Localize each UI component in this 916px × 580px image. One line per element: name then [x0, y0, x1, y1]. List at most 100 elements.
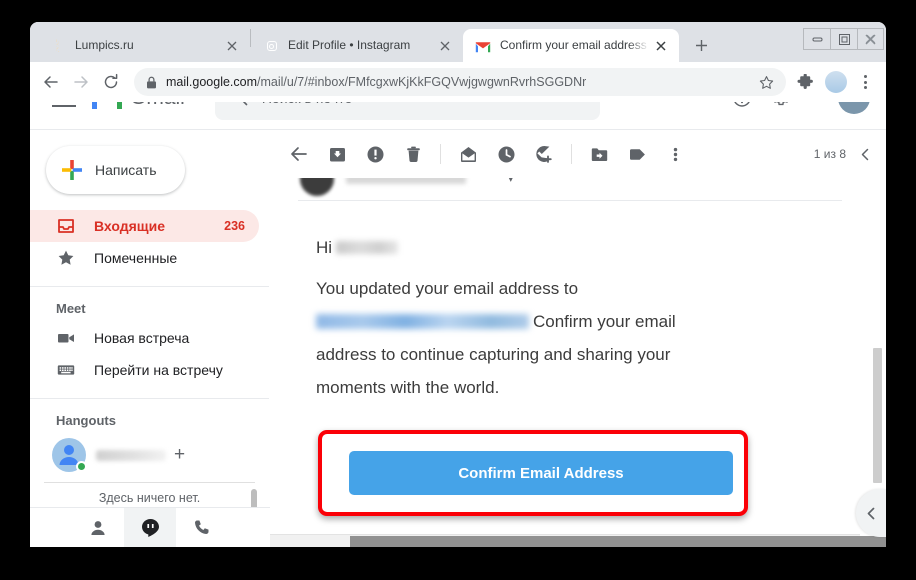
compose-plus-icon	[61, 159, 83, 181]
profile-avatar[interactable]	[825, 71, 847, 93]
maximize-icon[interactable]	[830, 28, 857, 50]
hangouts-icon[interactable]	[124, 507, 176, 547]
gmail-logo: Gmail	[90, 102, 185, 111]
tab-title: Edit Profile • Instagram	[288, 38, 411, 52]
gear-icon[interactable]	[768, 102, 792, 110]
kebab-menu-icon[interactable]	[854, 75, 876, 89]
delete-icon[interactable]	[394, 135, 432, 173]
star-icon[interactable]	[749, 75, 774, 90]
window-controls	[803, 28, 884, 50]
message-content: Hi You updated your email address to Con…	[270, 201, 870, 516]
browser-tab-gmail[interactable]: Confirm your email address f	[463, 29, 679, 62]
puzzle-icon[interactable]	[792, 69, 818, 95]
hamburger-icon[interactable]	[52, 102, 76, 107]
toolbar-divider	[571, 144, 572, 164]
greeting-line: Hi	[316, 231, 698, 264]
help-icon[interactable]	[730, 102, 754, 110]
meet-section-title: Meet	[56, 301, 86, 316]
close-icon[interactable]	[433, 34, 457, 58]
inbox-unread-count: 236	[224, 219, 245, 233]
forward-arrow-icon[interactable]	[66, 67, 96, 97]
sidebar-item-label: Помеченные	[94, 250, 178, 266]
contacts-icon[interactable]	[72, 508, 124, 548]
page-horizontal-scrollbar[interactable]	[270, 534, 886, 547]
account-avatar[interactable]	[838, 102, 870, 114]
message-counter: 1 из 8	[813, 147, 846, 161]
sidebar-item-inbox[interactable]: Входящие 236	[30, 210, 259, 242]
sidebar-item-starred[interactable]: Помеченные	[30, 242, 259, 274]
keyboard-icon	[56, 361, 76, 379]
confirm-email-address-button[interactable]: Confirm Email Address	[349, 451, 733, 495]
message-toolbar: 1 из 8	[270, 130, 886, 178]
gmail-sidebar: Написать Входящие 236 Помеченные Meet Но…	[30, 130, 270, 547]
snooze-icon[interactable]	[487, 135, 525, 173]
archive-icon[interactable]	[318, 135, 356, 173]
hangouts-section-title: Hangouts	[56, 413, 116, 428]
online-status-dot	[76, 461, 87, 472]
message-pane: 1 из 8 ▾ Hi You updated your email addre…	[270, 130, 886, 546]
hangouts-tabbar	[30, 507, 270, 547]
body-text-part1: You updated your email address to	[316, 279, 579, 298]
body-paragraph: You updated your email address to Confir…	[316, 272, 698, 404]
browser-window: Lumpics.ru Edit Profile • Instagram Conf…	[30, 22, 886, 547]
compose-label: Написать	[95, 162, 157, 178]
gmail-logo-icon	[90, 102, 124, 111]
sender-name-redacted	[346, 178, 466, 184]
close-icon[interactable]	[649, 34, 673, 58]
message-vertical-scrollbar[interactable]	[873, 348, 882, 483]
previous-arrow-icon[interactable]	[850, 139, 880, 169]
scrollbar-thumb[interactable]	[350, 536, 886, 547]
sidebar-item-label: Новая встреча	[94, 330, 190, 346]
compose-button[interactable]: Написать	[46, 146, 185, 194]
close-icon[interactable]	[857, 28, 884, 50]
sidebar-nav: Входящие 236 Помеченные	[30, 210, 269, 274]
message-body: ▾ Hi You updated your email address to C…	[270, 178, 886, 547]
sidebar-item-label: Входящие	[94, 218, 165, 234]
new-tab-button[interactable]	[687, 31, 715, 59]
add-to-tasks-icon[interactable]	[525, 135, 563, 173]
email-address-redacted	[316, 314, 529, 329]
labels-icon[interactable]	[618, 135, 656, 173]
tab-strip: Lumpics.ru Edit Profile • Instagram Conf…	[30, 22, 886, 62]
empty-state-text: Здесь ничего нет.	[98, 491, 201, 505]
reload-icon[interactable]	[96, 67, 126, 97]
star-icon	[56, 249, 76, 267]
lumpics-favicon	[50, 38, 66, 54]
add-contact-icon[interactable]: +	[166, 444, 185, 466]
url-path: /mail/u/7/#inbox/FMfcgxwKjKkFGQVwjgwgwnR…	[257, 75, 587, 89]
lock-icon	[146, 76, 157, 89]
browser-tab-instagram[interactable]: Edit Profile • Instagram	[251, 29, 463, 62]
gmail-header-actions	[730, 102, 872, 114]
more-options-icon[interactable]	[656, 135, 694, 173]
sidebar-item-label: Перейти на встречу	[94, 362, 223, 378]
back-arrow-icon[interactable]	[36, 67, 66, 97]
gmail-header: Gmail Поиск в почте	[30, 102, 886, 130]
hangouts-contact[interactable]: +	[30, 434, 269, 476]
search-input[interactable]: Поиск в почте	[214, 102, 600, 120]
chevron-down-icon[interactable]: ▾	[508, 178, 514, 185]
minimize-icon[interactable]	[803, 28, 830, 50]
address-bar[interactable]: mail.google.com/mail/u/7/#inbox/FMfcgxwK…	[134, 68, 786, 96]
mark-unread-icon[interactable]	[449, 135, 487, 173]
avatar	[52, 438, 87, 472]
url-text: mail.google.com/mail/u/7/#inbox/FMfcgxwK…	[166, 75, 586, 89]
report-spam-icon[interactable]	[356, 135, 394, 173]
toolbar-divider	[440, 144, 441, 164]
browser-tab-lumpics[interactable]: Lumpics.ru	[38, 29, 250, 62]
move-to-icon[interactable]	[580, 135, 618, 173]
search-icon	[231, 102, 248, 106]
inbox-icon	[56, 217, 76, 235]
url-host: mail.google.com	[166, 75, 258, 89]
back-arrow-icon[interactable]	[280, 135, 318, 173]
sidebar-item-new-meeting[interactable]: Новая встреча	[30, 322, 259, 354]
search-placeholder: Поиск в почте	[262, 102, 352, 106]
gmail-logo-text: Gmail	[130, 102, 185, 110]
sidebar-item-join-meeting[interactable]: Перейти на встречу	[30, 354, 259, 386]
browser-toolbar: mail.google.com/mail/u/7/#inbox/FMfcgxwK…	[30, 62, 886, 102]
close-icon[interactable]	[220, 34, 244, 58]
phone-icon[interactable]	[176, 508, 228, 548]
gmail-page: Gmail Поиск в почте	[30, 102, 886, 547]
video-camera-icon	[56, 329, 76, 347]
instagram-favicon	[263, 38, 279, 54]
contact-name-redacted	[96, 449, 166, 461]
